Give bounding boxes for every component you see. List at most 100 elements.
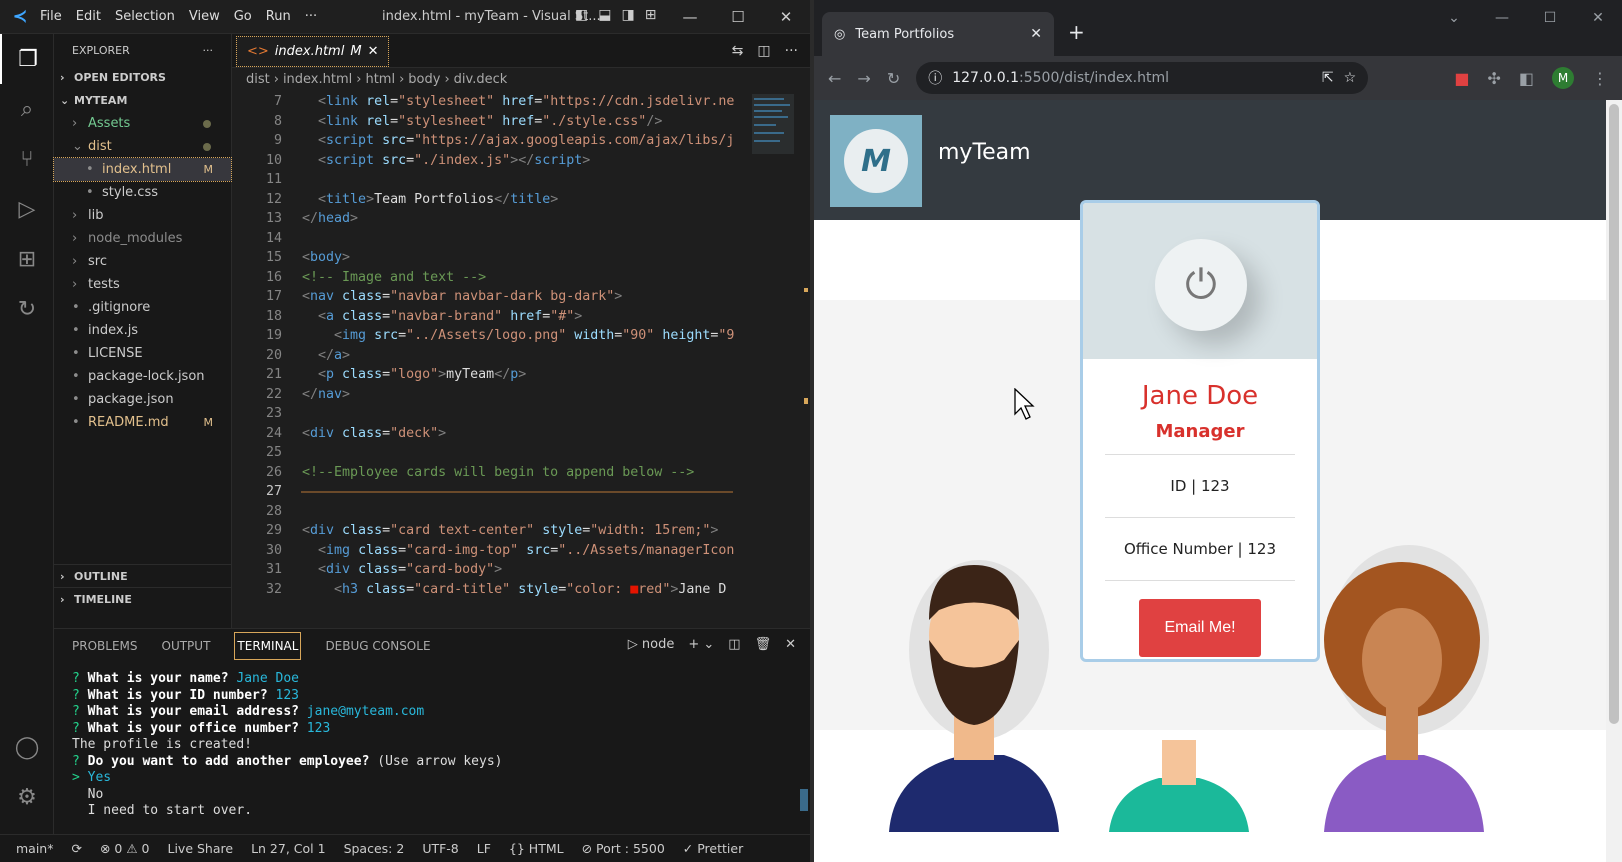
status-item[interactable]: ⟳ <box>71 841 81 856</box>
file-tree-item[interactable]: › node_modules <box>54 227 231 250</box>
breadcrumb-item[interactable]: div.deck <box>454 72 508 87</box>
timeline-section[interactable]: › TIMELINE <box>54 587 232 611</box>
file-tree-item[interactable]: › tests <box>54 273 231 296</box>
status-item[interactable]: Live Share <box>167 841 233 856</box>
search-icon[interactable]: ⌕ <box>0 84 54 134</box>
menu-item[interactable]: Run <box>266 9 291 24</box>
explorer-icon[interactable]: ❐ <box>0 34 54 84</box>
file-tree-item[interactable]: › Assets <box>54 112 231 135</box>
browser-tab[interactable]: ◎ Team Portfolios ✕ <box>822 12 1054 56</box>
menu-item[interactable]: File <box>40 9 62 24</box>
settings-gear-icon[interactable]: ⚙ <box>0 772 54 822</box>
back-icon[interactable]: ← <box>828 69 841 88</box>
code-area[interactable]: 7 <link rel="stylesheet" href="https://c… <box>232 92 810 628</box>
file-tree-item[interactable]: • package.json <box>54 388 231 411</box>
file-tree-item[interactable]: • index.html M <box>53 157 232 182</box>
close-window-button[interactable]: ✕ <box>1574 0 1622 36</box>
extensions-icon[interactable]: ⊞ <box>0 234 54 284</box>
file-tree-item[interactable]: ⌄ dist <box>54 135 231 158</box>
status-item[interactable]: ✓ Prettier <box>683 841 743 856</box>
side-panel-icon[interactable]: ◧ <box>1519 69 1534 88</box>
email-button[interactable]: Email Me! <box>1139 599 1261 657</box>
minimize-button[interactable]: — <box>1478 0 1526 36</box>
new-terminal-icon[interactable]: + ⌄ <box>688 637 714 652</box>
breadcrumb-item[interactable]: body <box>408 72 440 87</box>
file-tree-item[interactable]: • index.js <box>54 319 231 342</box>
source-control-icon[interactable]: ⑂ <box>0 134 54 184</box>
status-item[interactable]: Ln 27, Col 1 <box>251 841 326 856</box>
file-tree-item[interactable]: • package-lock.json <box>54 365 231 388</box>
breadcrumb-item[interactable]: html <box>365 72 395 87</box>
terminal-output[interactable]: ? What is your name? Jane Doe? What is y… <box>72 671 502 820</box>
menu-item[interactable]: ··· <box>305 9 317 24</box>
forward-icon[interactable]: → <box>857 69 870 88</box>
share-icon[interactable]: ⇱ <box>1322 70 1334 86</box>
panel-tab[interactable]: OUTPUT <box>162 639 211 653</box>
compare-changes-icon[interactable]: ⇆ <box>732 43 744 59</box>
status-item[interactable]: UTF-8 <box>422 841 458 856</box>
menu-item[interactable]: View <box>189 9 220 24</box>
live-share-icon[interactable]: ↻ <box>0 284 54 334</box>
breadcrumb-item[interactable]: index.html <box>283 72 352 87</box>
tab-index-html[interactable]: <> index.html M ✕ <box>236 36 390 67</box>
maximize-button[interactable]: ☐ <box>714 0 762 34</box>
minimize-button[interactable]: — <box>666 0 714 34</box>
outline-section[interactable]: › OUTLINE <box>54 564 232 588</box>
toggle-panel-icon[interactable]: ⬓ <box>598 7 611 23</box>
kill-terminal-icon[interactable]: 🗑 <box>755 637 772 652</box>
page-scrollbar[interactable] <box>1606 100 1622 862</box>
toggle-sidebar-icon[interactable]: ◧ <box>575 7 588 23</box>
browser-menu-icon[interactable]: ⋮ <box>1592 69 1608 88</box>
close-tab-icon[interactable]: ✕ <box>1030 26 1042 42</box>
file-tree-item[interactable]: • style.css <box>54 181 231 204</box>
maximize-button[interactable]: ☐ <box>1526 0 1574 36</box>
tab-search-icon[interactable]: ⌄ <box>1430 0 1478 36</box>
file-icon: • <box>72 415 80 430</box>
bookmark-star-icon[interactable]: ☆ <box>1344 70 1357 86</box>
customize-layout-icon[interactable]: ⊞ <box>645 7 657 23</box>
file-tree-item[interactable]: › src <box>54 250 231 273</box>
split-terminal-icon[interactable]: ◫ <box>728 637 740 652</box>
close-window-button[interactable]: ✕ <box>762 0 810 34</box>
project-section[interactable]: ⌄ MYTEAM <box>54 89 231 112</box>
panel-tab[interactable]: PROBLEMS <box>72 639 138 653</box>
file-tree-item[interactable]: • LICENSE <box>54 342 231 365</box>
more-actions-icon[interactable]: ··· <box>203 44 214 57</box>
close-tab-icon[interactable]: ✕ <box>368 44 379 59</box>
file-tree-item[interactable]: • README.md M <box>54 411 231 434</box>
code-line: 32 <h3 class="card-title" style="color: … <box>232 580 810 600</box>
breadcrumb-item[interactable]: dist <box>246 72 270 87</box>
profile-avatar[interactable]: M <box>1552 67 1574 89</box>
extensions-puzzle-icon[interactable]: ✣ <box>1487 69 1500 88</box>
extension-icon[interactable]: ■ <box>1454 69 1469 88</box>
menu-item[interactable]: Go <box>234 9 252 24</box>
toggle-secondary-sidebar-icon[interactable]: ◨ <box>621 7 634 23</box>
terminal-shell-icon[interactable]: ▷ node <box>628 637 675 652</box>
status-item[interactable]: main* <box>16 841 53 856</box>
site-info-icon[interactable]: ⓘ <box>928 68 942 88</box>
file-tree-item[interactable]: › lib <box>54 204 231 227</box>
terminal-scrollbar[interactable] <box>800 789 808 811</box>
address-bar[interactable]: ⓘ 127.0.0.1:5500/dist/index.html ⇱ ☆ <box>916 62 1369 94</box>
accounts-icon[interactable]: ◯ <box>0 722 54 772</box>
menu-item[interactable]: Edit <box>76 9 101 24</box>
status-item[interactable]: LF <box>477 841 491 856</box>
panel-tab[interactable]: DEBUG CONSOLE <box>325 639 430 653</box>
more-actions-icon[interactable]: ··· <box>785 43 798 59</box>
scrollbar-thumb[interactable] <box>1609 104 1619 724</box>
status-item[interactable]: ⊗ 0 ⚠ 0 <box>100 841 150 856</box>
run-debug-icon[interactable]: ▷ <box>0 184 54 234</box>
minimap[interactable] <box>750 92 810 628</box>
status-item[interactable]: Spaces: 2 <box>344 841 405 856</box>
close-panel-icon[interactable]: ✕ <box>785 637 796 652</box>
status-item[interactable]: {} HTML <box>509 841 564 856</box>
new-tab-button[interactable]: + <box>1068 20 1085 44</box>
panel-tab[interactable]: TERMINAL <box>234 632 302 660</box>
open-editors-section[interactable]: › OPEN EDITORS <box>54 66 231 89</box>
file-tree-item[interactable]: • .gitignore <box>54 296 231 319</box>
site-logo[interactable]: M <box>830 115 922 207</box>
reload-icon[interactable]: ↻ <box>887 69 900 88</box>
split-editor-icon[interactable]: ◫ <box>757 43 770 59</box>
status-item[interactable]: ⊘ Port : 5500 <box>582 841 665 856</box>
menu-item[interactable]: Selection <box>115 9 175 24</box>
